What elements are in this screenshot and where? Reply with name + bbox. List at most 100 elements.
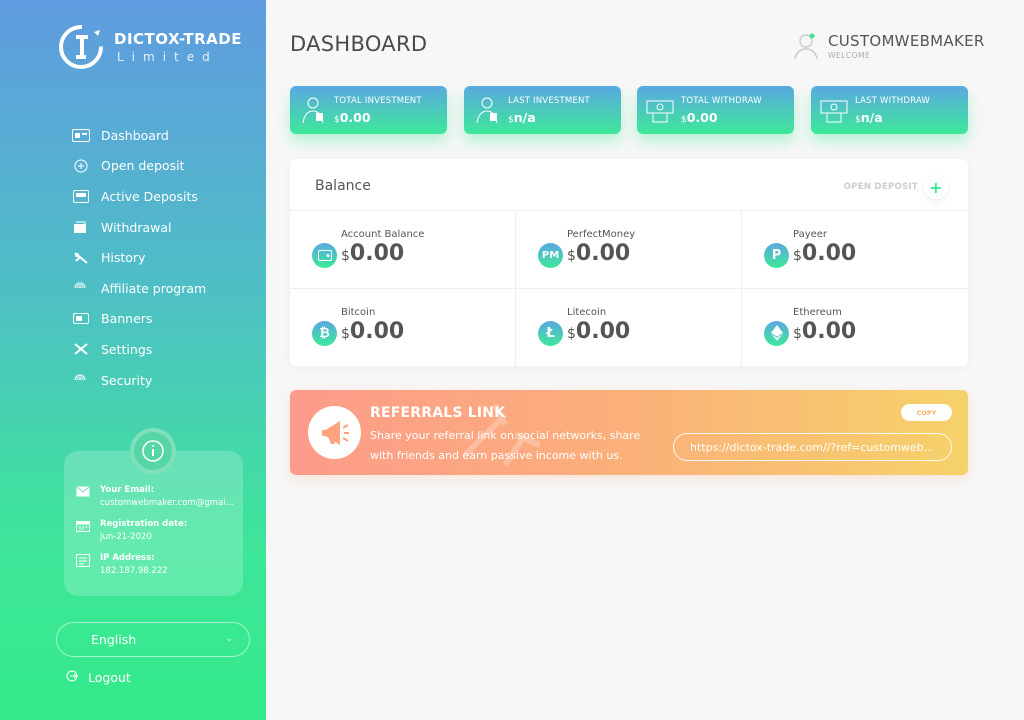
investor-icon bbox=[472, 95, 502, 125]
balance-name: PerfectMoney bbox=[567, 229, 636, 240]
brand-sub: Limited bbox=[117, 50, 218, 64]
stat-value: 0.00 bbox=[339, 109, 371, 125]
language-value: English bbox=[91, 632, 137, 647]
sidebar-item-banners[interactable]: Banners bbox=[72, 304, 206, 335]
stat-label: LAST INVESTMENT bbox=[508, 95, 590, 106]
balance-value: 0.00 bbox=[801, 318, 857, 344]
balance-name: Payeer bbox=[793, 229, 828, 240]
sidebar-item-settings[interactable]: Settings bbox=[72, 334, 206, 365]
megaphone-icon bbox=[308, 406, 361, 459]
balance-card: Balance OPEN DEPOSIT + Account Balance $… bbox=[290, 159, 968, 366]
affiliate-icon bbox=[72, 281, 90, 295]
page-title: DASHBOARD bbox=[290, 32, 428, 56]
ip-value: 182.187.98.222 bbox=[100, 566, 168, 576]
sidebar-item-label: Open deposit bbox=[101, 158, 185, 174]
balance-value: 0.00 bbox=[575, 318, 631, 344]
sidebar-item-dashboard[interactable]: Dashboard bbox=[72, 120, 206, 151]
language-select[interactable]: English ⌄ bbox=[56, 622, 250, 657]
stat-label: TOTAL WITHDRAW bbox=[681, 95, 762, 106]
brand-name: DICTOX-TRADE bbox=[114, 30, 242, 48]
ip-label: IP Address: bbox=[100, 553, 155, 563]
brand-logo[interactable]: DICTOX-TRADE Limited bbox=[56, 22, 242, 72]
open-deposit-label: OPEN DEPOSIT bbox=[843, 182, 918, 192]
sidebar-item-security[interactable]: Security bbox=[72, 365, 206, 396]
sidebar-item-label: Affiliate program bbox=[101, 280, 207, 296]
cash-icon bbox=[819, 95, 849, 125]
referral-description: Share your referral link on social netwo… bbox=[370, 429, 641, 462]
referral-link-input[interactable] bbox=[673, 433, 952, 461]
balance-currency: $ bbox=[567, 325, 576, 342]
sidebar-item-withdrawal[interactable]: Withdrawal bbox=[72, 212, 206, 243]
cash-icon bbox=[645, 95, 675, 125]
stat-value: 0.00 bbox=[686, 109, 718, 125]
info-registration: Registration date: Jun-21-2020 bbox=[76, 519, 187, 542]
balance-bitcoin: ₿ Bitcoin $0.00 bbox=[290, 288, 516, 366]
sidebar: DICTOX-TRADE Limited Dashboard Open depo… bbox=[0, 0, 266, 720]
copy-button[interactable]: COPY bbox=[901, 404, 952, 421]
stat-last-investment: LAST INVESTMENT $n/a bbox=[464, 86, 621, 134]
calendar-icon bbox=[76, 520, 92, 542]
info-email: Your Email: customwebmaker.com@gmai... bbox=[76, 485, 234, 508]
plus-circle-icon bbox=[72, 159, 90, 173]
logout-label: Logout bbox=[88, 670, 131, 685]
balance-value: 0.00 bbox=[801, 241, 857, 266]
dashboard-icon bbox=[72, 128, 90, 142]
logo-icon bbox=[56, 22, 106, 72]
balance-perfectmoney: PM PerfectMoney $0.00 bbox=[516, 211, 742, 289]
sidebar-nav: Dashboard Open deposit Active Deposits W… bbox=[72, 120, 206, 395]
stat-label: LAST WITHDRAW bbox=[855, 95, 930, 106]
litecoin-icon: Ł bbox=[538, 320, 563, 346]
balance-value: 0.00 bbox=[349, 318, 405, 344]
balance-currency: $ bbox=[341, 325, 350, 342]
registration-value: Jun-21-2020 bbox=[100, 532, 152, 542]
referral-title: REFERRALS LINK bbox=[370, 405, 506, 421]
email-icon bbox=[76, 486, 92, 508]
chevron-down-icon: ⌄ bbox=[225, 634, 233, 644]
sidebar-item-affiliate[interactable]: Affiliate program bbox=[72, 273, 206, 304]
sidebar-item-label: Withdrawal bbox=[101, 219, 172, 235]
settings-icon bbox=[72, 342, 90, 356]
balance-currency: $ bbox=[793, 248, 802, 264]
sidebar-item-active-deposits[interactable]: Active Deposits bbox=[72, 181, 206, 212]
stat-label: TOTAL INVESTMENT bbox=[334, 95, 422, 106]
balance-name: Ethereum bbox=[793, 306, 842, 318]
stat-total-investment: TOTAL INVESTMENT $0.00 bbox=[290, 86, 447, 134]
balance-value: 0.00 bbox=[575, 241, 631, 266]
sidebar-item-label: History bbox=[101, 250, 146, 266]
info-icon bbox=[130, 428, 176, 474]
sidebar-item-history[interactable]: History bbox=[72, 242, 206, 273]
stat-last-withdraw: LAST WITHDRAW $n/a bbox=[811, 86, 968, 134]
registration-label: Registration date: bbox=[100, 519, 188, 529]
sidebar-item-label: Dashboard bbox=[101, 127, 169, 143]
balance-name: Bitcoin bbox=[341, 306, 376, 318]
perfectmoney-icon: PM bbox=[538, 243, 563, 268]
username: CUSTOMWEBMAKER bbox=[828, 32, 985, 50]
info-ip: IP Address: 182.187.98.222 bbox=[76, 553, 168, 576]
open-deposit-button[interactable]: OPEN DEPOSIT + bbox=[844, 175, 948, 199]
ethereum-icon bbox=[764, 320, 789, 346]
sidebar-item-open-deposit[interactable]: Open deposit bbox=[72, 151, 206, 182]
plus-icon: + bbox=[924, 175, 948, 199]
sidebar-item-label: Banners bbox=[101, 311, 153, 327]
deposits-icon bbox=[72, 189, 90, 203]
balance-title: Balance bbox=[315, 178, 371, 194]
balance-currency: $ bbox=[341, 248, 350, 264]
sidebar-item-label: Settings bbox=[101, 341, 153, 357]
balance-litecoin: Ł Litecoin $0.00 bbox=[516, 288, 742, 366]
ip-icon bbox=[76, 554, 92, 576]
wallet-icon bbox=[72, 220, 90, 234]
banners-icon bbox=[72, 312, 90, 326]
balance-name: Litecoin bbox=[567, 306, 607, 318]
sidebar-item-label: Active Deposits bbox=[101, 188, 198, 204]
balance-name: Account Balance bbox=[341, 229, 425, 240]
email-value: customwebmaker.com@gmai... bbox=[100, 498, 234, 508]
balance-value: 0.00 bbox=[349, 241, 405, 266]
balance-ethereum: Ethereum $0.00 bbox=[742, 289, 968, 367]
email-label: Your Email: bbox=[100, 485, 155, 495]
user-profile[interactable]: CUSTOMWEBMAKER WELCOME bbox=[792, 32, 985, 60]
sidebar-item-label: Security bbox=[101, 372, 153, 388]
stat-total-withdraw: TOTAL WITHDRAW $0.00 bbox=[637, 86, 794, 134]
investor-icon bbox=[298, 95, 328, 125]
bitcoin-icon: ₿ bbox=[312, 320, 337, 346]
logout-button[interactable]: Logout bbox=[66, 670, 131, 685]
